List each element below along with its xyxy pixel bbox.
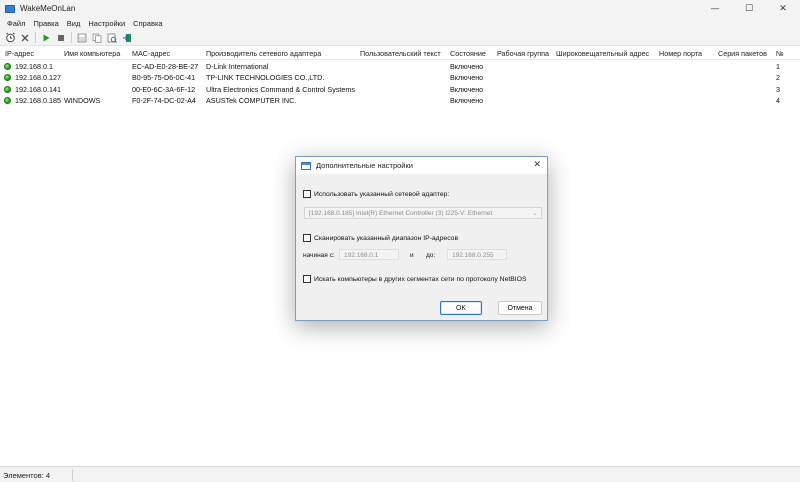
menu-file[interactable]: Файл — [3, 19, 29, 28]
column-header-mac[interactable]: MAC-адрес — [132, 49, 170, 58]
range-from-label: начиная с: — [303, 252, 335, 259]
netbios-option[interactable]: Искать компьютеры в других сегментах сет… — [303, 275, 526, 283]
cell-vendor: TP-LINK TECHNOLOGIES CO.,LTD. — [206, 73, 325, 82]
column-header-vendor[interactable]: Производитель сетевого адаптера — [206, 49, 321, 58]
online-status-icon — [4, 97, 11, 104]
column-header-port[interactable]: Номер порта — [659, 49, 702, 58]
menu-view[interactable]: Вид — [63, 19, 85, 28]
stop-icon[interactable] — [55, 32, 67, 44]
cell-vendor: D-Link International — [206, 61, 269, 71]
use-adapter-option[interactable]: Использовать указанный сетевой адаптер: — [303, 190, 449, 198]
menu-help[interactable]: Справка — [129, 19, 166, 28]
menu-settings[interactable]: Настройки — [84, 19, 129, 28]
copy-icon[interactable] — [91, 32, 103, 44]
cell-number: 1 — [776, 61, 780, 71]
column-header-workgroup[interactable]: Рабочая группа — [497, 49, 549, 58]
adapter-select-value: [192.168.0.185] Intel(R) Ethernet Contro… — [309, 210, 493, 217]
column-header-custom-text[interactable]: Пользовательский текст — [360, 49, 441, 58]
range-to-label: до: — [426, 252, 436, 259]
cell-number: 4 — [776, 96, 780, 105]
cell-number: 3 — [776, 84, 780, 94]
use-adapter-label: Использовать указанный сетевой адаптер: — [314, 190, 450, 198]
menu-bar: Файл Правка Вид Настройки Справка — [0, 17, 800, 30]
alarm-clock-icon[interactable] — [4, 32, 16, 44]
online-status-icon — [4, 85, 11, 93]
window-controls: — ☐ ✕ — [698, 0, 800, 17]
column-header-broadcast[interactable]: Широковещательный адрес — [556, 49, 649, 58]
cell-mac: B0-95-75-D6-0C-41 — [132, 73, 196, 82]
cell-mac: 00-E0-6C-3A-6F-12 — [132, 84, 196, 94]
cell-state: Включено — [450, 61, 484, 71]
table-row[interactable]: 192.168.0.185 WINDOWS F0-2F-74-DC-02-A4 … — [0, 95, 800, 107]
cell-ip: 192.168.0.185 — [15, 96, 61, 105]
dialog-close-button[interactable]: ✕ — [533, 160, 541, 170]
cell-ip: 192.168.0.1 — [15, 61, 53, 71]
dialog-title-bar: Дополнительные настройки ✕ — [296, 157, 547, 174]
delete-icon[interactable] — [19, 32, 31, 44]
scan-range-label: Сканировать указанный диапазон IP-адресо… — [314, 234, 459, 242]
maximize-button[interactable]: ☐ — [732, 0, 766, 17]
scan-range-checkbox[interactable] — [303, 234, 311, 242]
status-bar: Элементов: 4 — [0, 466, 800, 482]
dialog-title: Дополнительные настройки — [316, 161, 413, 170]
table-row[interactable]: 192.168.0.127 B0-95-75-D6-0C-41 TP-LINK … — [0, 72, 800, 84]
cancel-button[interactable]: Отмена — [498, 301, 542, 315]
toolbar-separator — [71, 32, 72, 43]
cell-mac: EC-AD-E0-28-BE-27 — [132, 61, 199, 71]
dialog-icon — [301, 161, 311, 170]
netbios-label: Искать компьютеры в других сегментах сет… — [314, 275, 527, 283]
range-from-input[interactable]: 192.168.0.1 — [339, 249, 399, 260]
minimize-button[interactable]: — — [698, 0, 732, 17]
table-row[interactable]: 192.168.0.141 00-E0-6C-3A-6F-12 Ultra El… — [0, 83, 800, 95]
column-header-packet-series[interactable]: Серия пакетов — [718, 49, 767, 58]
cell-number: 2 — [776, 73, 780, 82]
column-header-state[interactable]: Состояние — [450, 49, 486, 58]
netbios-checkbox[interactable] — [303, 275, 311, 283]
range-to-value: 192.168.0.255 — [452, 251, 494, 259]
menu-edit[interactable]: Правка — [29, 19, 62, 28]
title-bar: WakeMeOnLan — ☐ ✕ — [0, 0, 800, 17]
cell-ip: 192.168.0.141 — [15, 84, 61, 94]
column-header-number[interactable]: № — [776, 49, 784, 58]
ok-button[interactable]: OK — [440, 301, 482, 315]
cell-mac: F0-2F-74-DC-02-A4 — [132, 96, 196, 105]
adapter-select[interactable]: [192.168.0.185] Intel(R) Ethernet Contro… — [304, 207, 542, 219]
close-button[interactable]: ✕ — [766, 0, 800, 17]
cell-state: Включено — [450, 96, 484, 105]
exit-icon[interactable] — [121, 32, 133, 44]
column-header-ip[interactable]: IP-адрес — [5, 49, 34, 58]
app-icon — [5, 4, 15, 13]
toolbar-separator — [35, 32, 36, 43]
range-to-input[interactable]: 192.168.0.255 — [447, 249, 507, 260]
range-from-value: 192.168.0.1 — [344, 251, 379, 259]
cell-vendor: Ultra Electronics Command & Control Syst… — [206, 84, 355, 94]
cell-vendor: ASUSTek COMPUTER INC. — [206, 96, 297, 105]
online-status-icon — [4, 62, 11, 70]
status-separator — [72, 469, 73, 481]
scan-range-option[interactable]: Сканировать указанный диапазон IP-адресо… — [303, 234, 458, 242]
cell-state: Включено — [450, 84, 484, 94]
table-row[interactable]: 192.168.0.1 EC-AD-E0-28-BE-27 D-Link Int… — [0, 60, 800, 72]
cell-ip: 192.168.0.127 — [15, 73, 61, 82]
range-and-label: и — [410, 252, 414, 259]
toolbar — [0, 30, 800, 46]
chevron-down-icon: ⌄ — [532, 209, 538, 217]
online-status-icon — [4, 74, 11, 81]
list-header: IP-адрес Имя компьютера MAC-адрес Произв… — [0, 47, 800, 60]
cell-computer-name: WINDOWS — [64, 96, 101, 105]
column-header-computer-name[interactable]: Имя компьютера — [64, 49, 120, 58]
play-icon[interactable] — [40, 32, 52, 44]
cell-state: Включено — [450, 73, 484, 82]
properties-icon[interactable] — [106, 32, 118, 44]
item-count: Элементов: 4 — [3, 471, 51, 480]
advanced-settings-dialog: Дополнительные настройки ✕ Использовать … — [295, 156, 548, 321]
window-title: WakeMeOnLan — [20, 4, 76, 13]
save-icon[interactable] — [76, 32, 88, 44]
use-adapter-checkbox[interactable] — [303, 190, 311, 198]
